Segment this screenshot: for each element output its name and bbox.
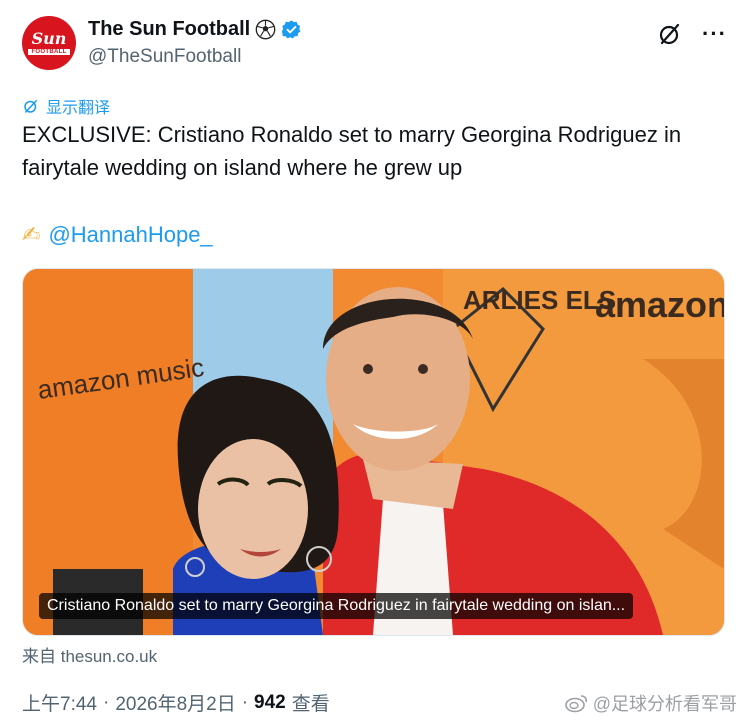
tweet-credit: ✍ @HannahHope_: [22, 218, 213, 251]
view-label: 查看: [291, 694, 330, 715]
tweet-header: Sun FOOTBALL The Sun Football @TheSunFoo…: [22, 14, 727, 74]
verified-badge-icon[interactable]: [281, 19, 302, 40]
card-caption[interactable]: Cristiano Ronaldo set to marry Georgina …: [39, 593, 634, 619]
credit-mention[interactable]: @HannahHope_: [48, 218, 212, 251]
show-translation-link[interactable]: 显示翻译: [22, 94, 110, 118]
top-actions: ···: [658, 22, 727, 46]
tweet-date[interactable]: 2026年8月2日: [115, 689, 235, 716]
card-image[interactable]: amazon ARLIES ELS amazon music: [23, 269, 724, 635]
weibo-icon: [564, 695, 587, 713]
avatar[interactable]: Sun FOOTBALL: [22, 16, 76, 70]
backdrop-sign: ARLIES ELS: [463, 285, 616, 315]
avatar-logo: Sun: [31, 29, 67, 48]
soccer-ball-icon: [255, 19, 276, 39]
card-source[interactable]: 来自 thesun.co.uk: [22, 642, 157, 667]
writing-hand-icon: ✍: [22, 222, 41, 247]
tweet-text: EXCLUSIVE: Cristiano Ronaldo set to marr…: [22, 122, 682, 180]
account-handle[interactable]: @TheSunFootball: [88, 44, 302, 70]
grok-icon[interactable]: [658, 22, 682, 46]
account-names: The Sun Football @TheSunFootball: [88, 16, 302, 70]
watermark-text: @足球分析看军哥: [592, 694, 737, 714]
avatar-sub: FOOTBALL: [28, 49, 70, 55]
show-translation-label[interactable]: 显示翻译: [46, 94, 110, 118]
display-name-row[interactable]: The Sun Football: [88, 16, 302, 42]
meta-separator: ·: [102, 691, 110, 713]
tweet-meta: 上午7:44 · 2026年8月2日 · 942 查看: [22, 689, 330, 716]
watermark: @足球分析看军哥: [564, 690, 737, 716]
view-count: 942: [254, 691, 286, 713]
tweet-time[interactable]: 上午7:44: [22, 689, 97, 716]
display-name[interactable]: The Sun Football: [88, 16, 250, 42]
link-card[interactable]: amazon ARLIES ELS amazon music Cristiano…: [22, 268, 725, 636]
more-icon[interactable]: ···: [702, 23, 727, 45]
translate-icon: [24, 100, 37, 113]
meta-separator: ·: [241, 691, 249, 713]
